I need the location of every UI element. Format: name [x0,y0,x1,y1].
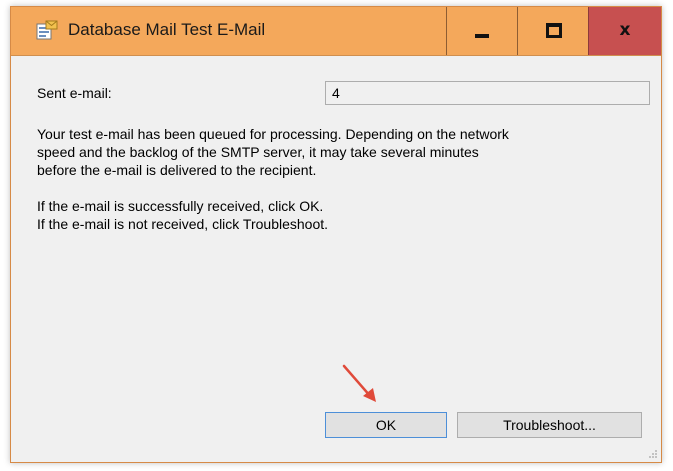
ok-button[interactable]: OK [325,412,447,438]
status-message: Your test e-mail has been queued for pro… [37,125,647,233]
message-line: before the e-mail is delivered to the re… [37,162,317,178]
maximize-button[interactable] [517,7,588,55]
minimize-icon [475,34,489,38]
message-line: If the e-mail is successfully received, … [37,198,324,214]
resize-grip-icon[interactable] [648,449,658,459]
minimize-button[interactable] [446,7,517,55]
window-title: Database Mail Test E-Mail [68,20,266,39]
annotation-arrow-icon [342,364,376,402]
message-line: If the e-mail is not received, click Tro… [37,216,329,232]
dialog-content: Sent e-mail: 4 Your test e-mail has been… [11,55,661,462]
message-line: Your test e-mail has been queued for pro… [37,126,509,142]
sent-email-field[interactable]: 4 [325,81,650,105]
message-line: speed and the backlog of the SMTP server… [37,144,479,160]
close-button[interactable]: x [588,7,661,55]
database-mail-icon [36,20,58,40]
close-icon: x [619,20,631,40]
troubleshoot-button[interactable]: Troubleshoot... [457,412,642,438]
dialog-window: Database Mail Test E-Mail x Sent e-mail:… [10,6,662,463]
title-bar[interactable]: Database Mail Test E-Mail x [11,7,661,56]
sent-email-label: Sent e-mail: [37,85,112,101]
maximize-icon [546,23,562,38]
